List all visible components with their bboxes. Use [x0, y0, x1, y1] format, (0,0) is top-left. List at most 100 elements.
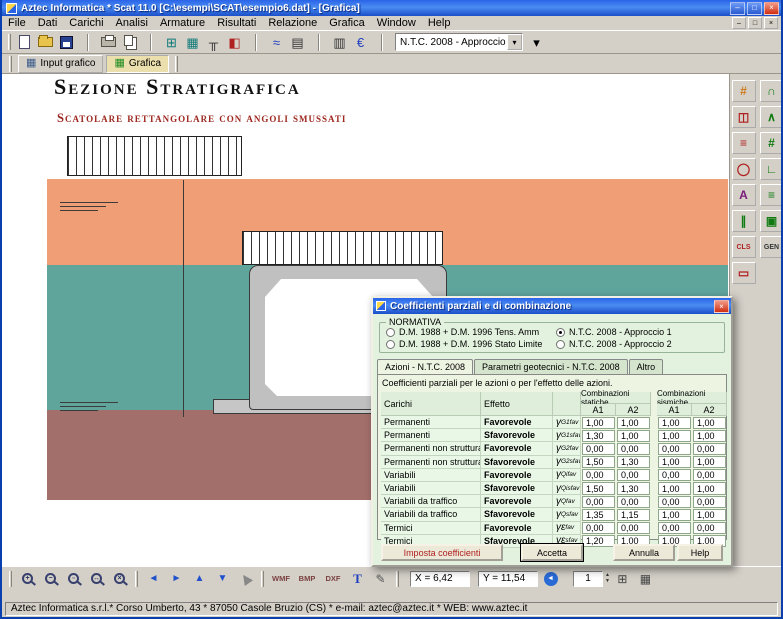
coefficient-input[interactable]: 0,00 [582, 496, 615, 508]
pan-left-icon[interactable]: ◄ [143, 569, 164, 589]
chart-icon[interactable]: ≈ [266, 32, 287, 52]
previous-view-button[interactable]: ◄ [540, 569, 561, 589]
mdi-restore-button[interactable]: □ [748, 17, 762, 29]
pan-down-icon[interactable]: ▼ [212, 569, 233, 589]
toolbar-more-button[interactable]: ▾ [526, 32, 547, 52]
oval-red-icon[interactable]: ◯ [732, 158, 756, 180]
menu-item[interactable]: Armature [154, 16, 211, 30]
coefficient-input[interactable]: 0,00 [617, 469, 650, 481]
detail-red-icon[interactable]: ▭ [732, 262, 756, 284]
coefficient-input[interactable]: 0,00 [693, 496, 726, 508]
normativa-radio[interactable]: D.M. 1988 + D.M. 1996 Tens. Amm [386, 327, 556, 337]
gen-button[interactable]: GEN [760, 236, 783, 258]
menu-item[interactable]: Grafica [323, 16, 370, 30]
coefficient-input[interactable]: 0,00 [582, 522, 615, 534]
angle-green-icon[interactable]: ∟ [760, 158, 783, 180]
dialog-close-button[interactable]: × [714, 300, 729, 313]
coefficient-input[interactable]: 0,00 [658, 522, 691, 534]
mesh-icon[interactable]: ▦ [182, 32, 203, 52]
coefficient-input[interactable]: 1,30 [617, 482, 650, 494]
pan-up-icon[interactable]: ▲ [189, 569, 210, 589]
radio-icon[interactable] [556, 340, 565, 349]
accetta-button[interactable]: Accetta [521, 544, 583, 561]
coefficient-input[interactable]: 1,00 [658, 482, 691, 494]
coefficient-input[interactable]: 1,30 [617, 456, 650, 468]
portal-green-icon[interactable]: ∩ [760, 80, 783, 102]
box-green-icon[interactable]: ▣ [760, 210, 783, 232]
print-icon[interactable] [98, 32, 119, 52]
dialog-title-bar[interactable]: Coefficienti parziali e di combinazione … [373, 298, 731, 314]
imposta-coefficienti-button[interactable]: Imposta coefficienti [381, 544, 503, 561]
rebar-green-icon[interactable]: ∥ [732, 210, 756, 232]
wmf-export-button[interactable]: WMF [269, 569, 293, 589]
menu-item[interactable]: Risultati [211, 16, 262, 30]
frame-orange-icon[interactable]: # [732, 80, 756, 102]
loads-icon[interactable]: ╥ [203, 32, 224, 52]
grid-green-icon[interactable]: # [760, 132, 783, 154]
minimize-button[interactable]: – [730, 2, 745, 15]
coefficient-input[interactable]: 1,00 [693, 456, 726, 468]
zoom-extents-icon[interactable]: × [109, 569, 130, 589]
coefficient-input[interactable]: 0,00 [658, 469, 691, 481]
bmp-export-button[interactable]: BMP [295, 569, 319, 589]
zoom-in-icon[interactable]: + [17, 569, 38, 589]
coefficient-input[interactable]: 0,00 [658, 443, 691, 455]
radio-icon[interactable] [386, 340, 395, 349]
dialog-tab[interactable]: Azioni - N.T.C. 2008 [377, 359, 473, 375]
grid-toggle-icon[interactable]: ⊞ [612, 569, 633, 589]
coefficient-input[interactable]: 0,00 [693, 522, 726, 534]
coefficient-input[interactable]: 1,00 [617, 430, 650, 442]
page-spinner[interactable]: ▲ ▼ [605, 573, 610, 584]
results-icon[interactable]: ▤ [287, 32, 308, 52]
mdi-minimize-button[interactable]: – [732, 17, 746, 29]
zoom-dynamic-icon[interactable]: ↔ [86, 569, 107, 589]
dxf-export-button[interactable]: DXF [321, 569, 345, 589]
geometry-icon[interactable]: ⊞ [161, 32, 182, 52]
coefficient-input[interactable]: 1,00 [658, 430, 691, 442]
annulla-button[interactable]: Annulla [613, 544, 675, 561]
coefficient-input[interactable]: 0,00 [693, 443, 726, 455]
pan-right-icon[interactable]: ► [166, 569, 187, 589]
menu-item[interactable]: Relazione [262, 16, 323, 30]
coefficient-input[interactable]: 1,00 [658, 509, 691, 521]
sheet-layout-icon[interactable]: ▦ [635, 569, 656, 589]
pan-hand-icon[interactable] [235, 569, 256, 589]
hatch-red-icon[interactable]: ≡ [732, 132, 756, 154]
coefficient-input[interactable]: 1,00 [658, 456, 691, 468]
normativa-radio[interactable]: N.T.C. 2008 - Approccio 1 [556, 327, 718, 337]
dialog-tab[interactable]: Altro [629, 359, 664, 374]
coefficient-input[interactable]: 1,00 [617, 417, 650, 429]
coefficient-input[interactable]: 0,00 [617, 443, 650, 455]
coefficient-input[interactable]: 0,00 [693, 469, 726, 481]
cls-button[interactable]: CLS [732, 236, 756, 258]
coefficient-input[interactable]: 1,00 [658, 417, 691, 429]
radio-icon[interactable] [556, 328, 565, 337]
report-icon[interactable]: ▥ [329, 32, 350, 52]
save-file-icon[interactable] [56, 32, 77, 52]
steps-green-icon[interactable]: ≡ [760, 184, 783, 206]
text-tool-button[interactable]: T [347, 569, 368, 589]
copy-icon[interactable] [119, 32, 140, 52]
coefficient-input[interactable]: 0,00 [582, 443, 615, 455]
radio-icon[interactable] [386, 328, 395, 337]
pen-icon[interactable]: ✎ [370, 569, 391, 589]
help-button[interactable]: Help [677, 544, 723, 561]
tab-input-grafico[interactable]: ▦ Input grafico [18, 55, 103, 73]
normativa-radio[interactable]: D.M. 1988 + D.M. 1996 Stato Limite [386, 339, 556, 349]
dialog-tab[interactable]: Parametri geotecnici - N.T.C. 2008 [474, 359, 628, 374]
coefficient-input[interactable]: 1,00 [693, 509, 726, 521]
normativa-radio[interactable]: N.T.C. 2008 - Approccio 2 [556, 339, 718, 349]
coefficient-input[interactable]: 1,00 [693, 482, 726, 494]
coefficient-input[interactable]: 1,00 [693, 430, 726, 442]
text-a-icon[interactable]: A [732, 184, 756, 206]
menu-item[interactable]: Carichi [63, 16, 109, 30]
arch-green-icon[interactable]: ∧ [760, 106, 783, 128]
page-number-input[interactable]: 1 [573, 571, 603, 587]
section-red-icon[interactable]: ◫ [732, 106, 756, 128]
new-file-icon[interactable] [14, 32, 35, 52]
chevron-down-icon[interactable]: ▾ [507, 34, 522, 50]
coefficient-input[interactable]: 1,30 [582, 430, 615, 442]
coefficient-input[interactable]: 1,00 [582, 417, 615, 429]
coefficient-input[interactable]: 1,50 [582, 456, 615, 468]
mdi-close-button[interactable]: × [764, 17, 778, 29]
